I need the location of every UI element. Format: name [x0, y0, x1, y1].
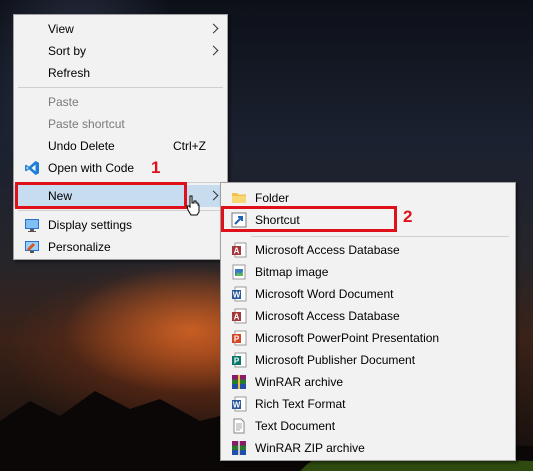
powerpoint-icon: P — [232, 330, 247, 346]
submenu-item-publisher[interactable]: P Microsoft Publisher Document — [221, 349, 515, 371]
rtf-icon: W — [232, 396, 247, 412]
svg-text:P: P — [234, 335, 240, 344]
svg-text:A: A — [234, 313, 240, 322]
word-icon: W — [232, 286, 247, 302]
step-marker-1: 1 — [151, 158, 161, 177]
menu-item-label: WinRAR archive — [255, 375, 344, 389]
svg-text:W: W — [233, 291, 241, 300]
submenu-item-access-database-2[interactable]: A Microsoft Access Database — [221, 305, 515, 327]
chevron-right-icon — [208, 45, 219, 56]
step-marker-2: 2 — [403, 207, 413, 226]
folder-icon — [232, 193, 246, 203]
menu-item-label: Display settings — [48, 218, 133, 232]
submenu-item-winrar-zip-archive[interactable]: WinRAR ZIP archive — [221, 437, 515, 459]
menu-item-label: Bitmap image — [255, 265, 329, 279]
menu-item-label: Paste shortcut — [48, 117, 125, 131]
submenu-item-word-document[interactable]: W Microsoft Word Document — [221, 283, 515, 305]
keyboard-shortcut: Ctrl+Z — [173, 139, 206, 153]
access-icon: A — [232, 242, 247, 258]
menu-item-label: Microsoft Access Database — [255, 309, 400, 323]
menu-item-label: Microsoft Word Document — [255, 287, 394, 301]
menu-item-label: Paste — [48, 95, 79, 109]
text-document-icon — [233, 418, 245, 434]
submenu-item-winrar-archive[interactable]: WinRAR archive — [221, 371, 515, 393]
chevron-right-icon — [208, 23, 219, 34]
highlight-box-new — [15, 182, 187, 209]
svg-text:W: W — [233, 401, 241, 410]
menu-item-label: Microsoft Access Database — [255, 243, 400, 257]
menu-item-display-settings[interactable]: Display settings — [14, 214, 227, 236]
mouse-cursor-icon — [186, 195, 200, 216]
menu-item-view[interactable]: View — [14, 18, 227, 40]
menu-item-sort-by[interactable]: Sort by — [14, 40, 227, 62]
highlight-box-shortcut — [221, 206, 397, 232]
desktop-context-menu: View Sort by Refresh Paste Paste shortcu… — [13, 14, 228, 260]
menu-item-label: Undo Delete — [48, 139, 115, 153]
submenu-item-text-document[interactable]: Text Document — [221, 415, 515, 437]
winrar-icon — [232, 375, 246, 389]
menu-item-paste-shortcut: Paste shortcut — [14, 113, 227, 135]
menu-separator — [251, 236, 509, 237]
menu-item-label: Microsoft Publisher Document — [255, 353, 416, 367]
menu-separator — [18, 87, 223, 88]
menu-item-label: Text Document — [255, 419, 336, 433]
menu-item-open-with-code[interactable]: Open with Code — [14, 157, 227, 179]
menu-item-personalize[interactable]: Personalize — [14, 236, 227, 258]
menu-item-label: Sort by — [48, 44, 87, 58]
publisher-icon: P — [232, 352, 247, 368]
chevron-right-icon — [208, 190, 219, 201]
vscode-icon — [25, 161, 39, 175]
menu-item-label: Microsoft PowerPoint Presentation — [255, 331, 440, 345]
menu-item-undo-delete[interactable]: Undo Delete Ctrl+Z — [14, 135, 227, 157]
menu-item-paste: Paste — [14, 91, 227, 113]
personalize-icon — [25, 241, 39, 253]
bitmap-icon — [232, 264, 246, 280]
menu-item-label: Rich Text Format — [255, 397, 346, 411]
menu-item-label: Refresh — [48, 66, 91, 80]
svg-text:A: A — [234, 247, 240, 256]
menu-item-refresh[interactable]: Refresh — [14, 62, 227, 84]
winrar-zip-icon — [232, 441, 246, 455]
svg-text:P: P — [234, 357, 240, 366]
submenu-item-powerpoint[interactable]: P Microsoft PowerPoint Presentation — [221, 327, 515, 349]
menu-item-label: WinRAR ZIP archive — [255, 441, 365, 455]
menu-item-label: Personalize — [48, 240, 111, 254]
submenu-item-rich-text-format[interactable]: W Rich Text Format — [221, 393, 515, 415]
menu-item-label: View — [48, 22, 74, 36]
submenu-item-access-database[interactable]: A Microsoft Access Database — [221, 239, 515, 261]
menu-item-label: Open with Code — [48, 161, 135, 175]
display-settings-icon — [25, 219, 39, 232]
submenu-item-bitmap-image[interactable]: Bitmap image — [221, 261, 515, 283]
access-icon: A — [232, 308, 247, 324]
